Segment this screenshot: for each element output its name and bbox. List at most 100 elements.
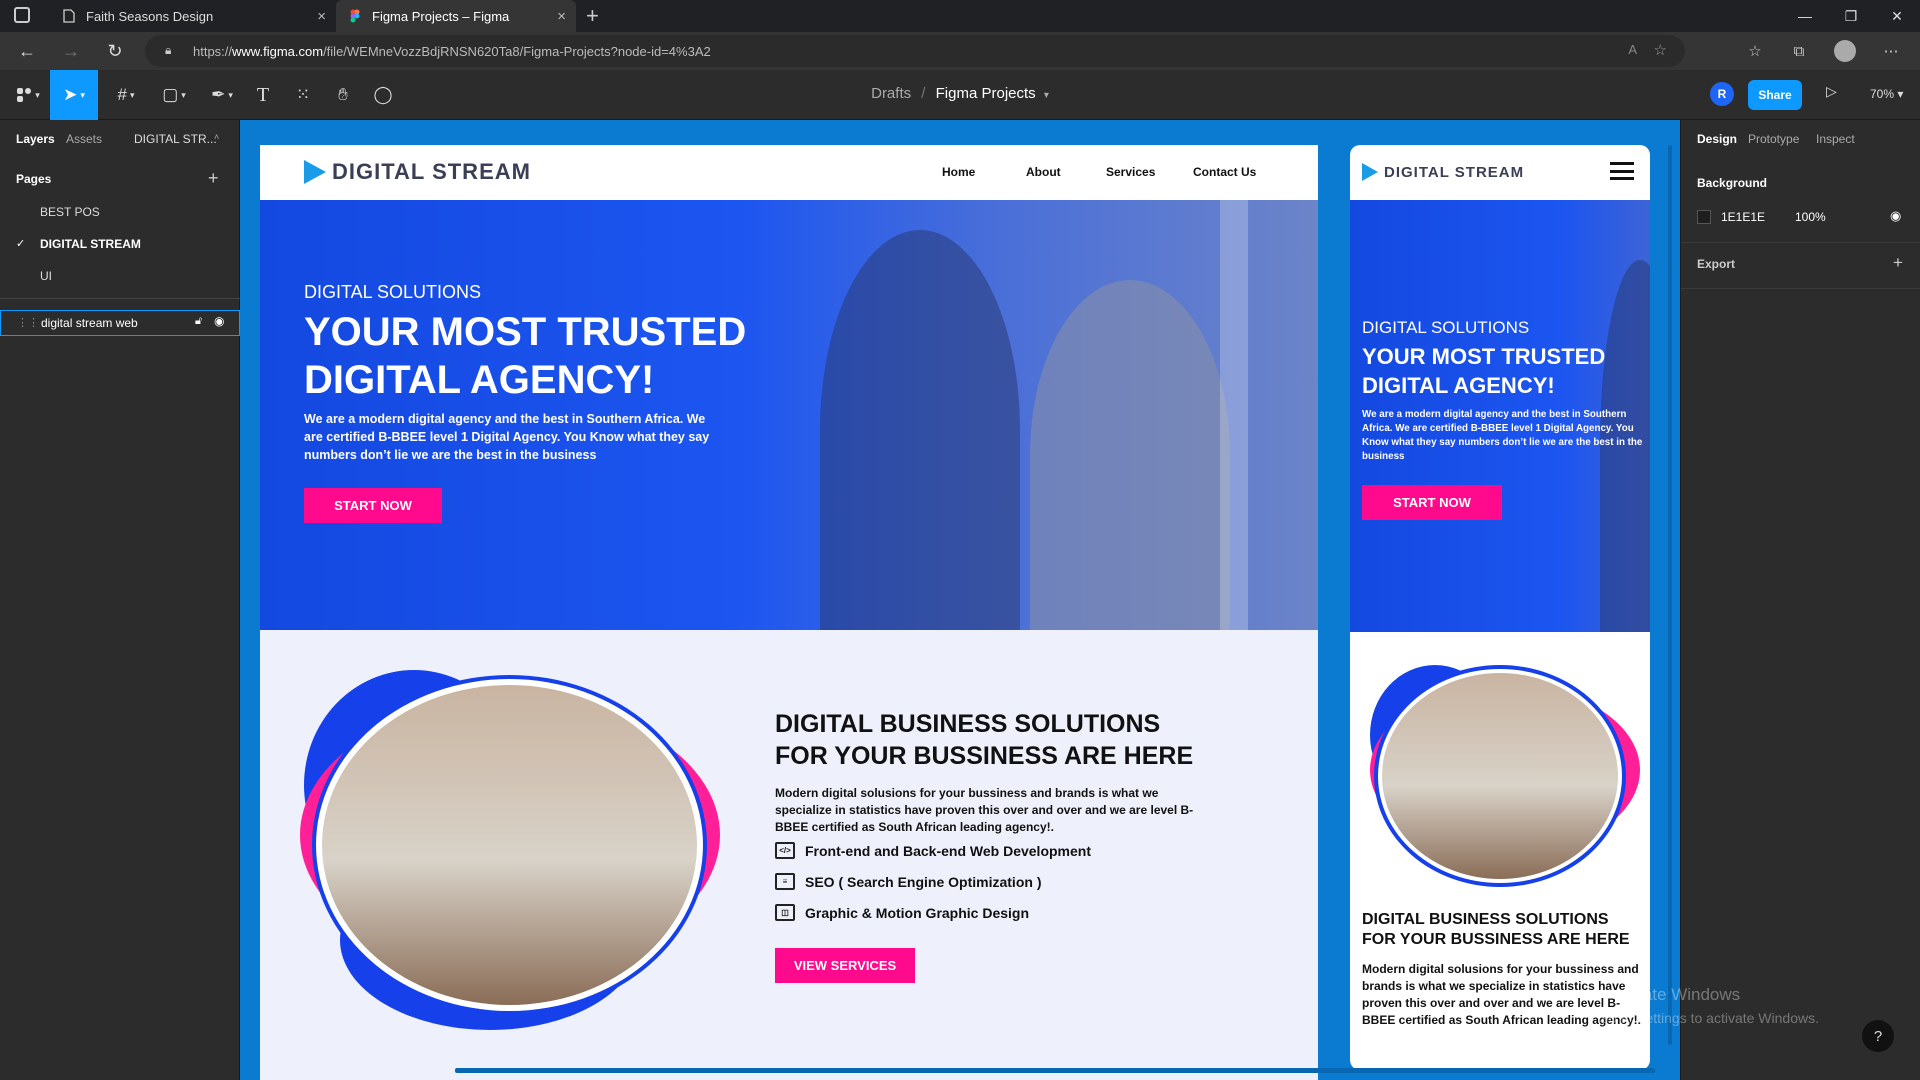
site-navbar: DIGITAL STREAM Home About Services Conta… (260, 145, 1318, 200)
service-item: </> Front-end and Back-end Web Developme… (775, 842, 1091, 859)
close-tab-icon[interactable]: × (317, 8, 326, 25)
service-label: Graphic & Motion Graphic Design (805, 904, 1030, 921)
logo-text: DIGITAL STREAM (1384, 163, 1525, 181)
hero-body: We are a modern digital agency and the b… (304, 412, 710, 462)
breadcrumb[interactable]: Drafts / Figma Projects ▾ (0, 85, 1920, 102)
window-frame-image (1220, 200, 1248, 630)
team-high-five-image (1382, 673, 1618, 879)
new-tab-button[interactable]: + (586, 3, 599, 29)
close-tab-icon[interactable]: × (557, 8, 566, 25)
url-field[interactable]: 🔒︎ https://www.figma.com/file/WEMneVozzB… (145, 35, 1685, 67)
properties-panel: Design Prototype Inspect Background 1E1E… (1680, 120, 1920, 1080)
collections-icon[interactable]: ⧉ (1784, 36, 1814, 66)
file-name[interactable]: Figma Projects (936, 85, 1036, 102)
tab-figma-projects[interactable]: Figma Projects – Figma × (336, 0, 576, 32)
mobile-hero-title-line1: YOUR MOST TRUSTED (1362, 344, 1606, 369)
favorites-icon[interactable]: ☆ (1740, 36, 1770, 66)
browser-tab-bar: Faith Seasons Design × Figma Projects – … (0, 0, 1920, 32)
present-play-icon[interactable]: ▷ (1826, 83, 1837, 100)
eye-icon[interactable]: ◉ (214, 314, 224, 328)
mobile-frame[interactable]: DIGITAL STREAM DIGITAL SOLUTIONS YOUR MO… (1350, 145, 1650, 1070)
read-aloud-icon[interactable]: A (1628, 42, 1637, 57)
hero-section: DIGITAL SOLUTIONS YOUR MOST TRUSTED DIGI… (260, 200, 1318, 630)
mobile-start-now-button[interactable]: START NOW (1362, 485, 1502, 520)
team-high-five-image (322, 685, 697, 1005)
figma-canvas[interactable]: DIGITAL STREAM Home About Services Conta… (240, 120, 1680, 1080)
page-ui[interactable]: UI (40, 269, 52, 283)
mobile-hero-title-line2: DIGITAL AGENCY! (1362, 373, 1555, 398)
page-selector[interactable]: DIGITAL STR... (134, 132, 217, 146)
site-logo[interactable]: DIGITAL STREAM (304, 159, 531, 185)
start-now-button[interactable]: START NOW (304, 488, 442, 523)
avatar[interactable]: R (1710, 82, 1734, 106)
figma-logo-icon (348, 9, 362, 23)
share-button[interactable]: Share (1748, 80, 1802, 110)
breadcrumb-drafts[interactable]: Drafts (871, 85, 911, 102)
logo-text: DIGITAL STREAM (332, 159, 531, 184)
hero-person-woman-image (1030, 280, 1230, 630)
breadcrumb-separator: / (921, 85, 926, 102)
tab-design[interactable]: Design (1697, 132, 1737, 146)
section-title-line2: FOR YOUR BUSSINESS ARE HERE (775, 742, 1194, 770)
tab-faith-seasons[interactable]: Faith Seasons Design × (50, 0, 336, 32)
tab-inspect[interactable]: Inspect (1816, 132, 1855, 146)
page-icon (62, 9, 76, 23)
logo-mark-icon (304, 160, 326, 184)
service-item: ◫ Graphic & Motion Graphic Design (775, 904, 1029, 921)
mobile-logo[interactable]: DIGITAL STREAM (1362, 163, 1524, 181)
url-domain: www.figma.com (232, 43, 324, 59)
vertical-scrollbar[interactable] (1668, 145, 1672, 1045)
frame-background: DIGITAL STREAM Home About Services Conta… (240, 120, 1680, 1080)
eye-icon[interactable]: ◉ (1890, 208, 1901, 224)
tab-layers[interactable]: Layers (16, 132, 55, 146)
zoom-dropdown[interactable]: 70% ▾ (1870, 87, 1903, 101)
color-swatch[interactable] (1697, 210, 1711, 224)
page-digital-stream[interactable]: DIGITAL STREAM (40, 237, 141, 251)
background-heading: Background (1697, 176, 1768, 190)
tab-prototype[interactable]: Prototype (1748, 132, 1799, 146)
horizontal-scrollbar[interactable] (455, 1068, 1655, 1073)
chevron-down-icon[interactable]: ▾ (1044, 90, 1049, 101)
mobile-hero-body: We are a modern digital agency and the b… (1362, 409, 1643, 462)
add-page-icon[interactable]: + (208, 168, 219, 189)
divider (1681, 288, 1920, 289)
hero-title-line1: YOUR MOST TRUSTED (304, 310, 747, 354)
add-export-icon[interactable]: + (1893, 253, 1903, 273)
hamburger-menu-icon[interactable] (1610, 162, 1634, 180)
minimize-button[interactable]: — (1782, 0, 1828, 32)
view-services-button[interactable]: VIEW SERVICES (775, 948, 915, 983)
seo-icon: ≡ (775, 873, 795, 890)
reload-icon[interactable]: ↻ (100, 36, 130, 66)
nav-services[interactable]: Services (1106, 165, 1155, 179)
background-hex-input[interactable]: 1E1E1E (1721, 210, 1765, 224)
page-best-pos[interactable]: BEST POS (40, 205, 100, 219)
tab-assets[interactable]: Assets (66, 132, 102, 146)
divider (1681, 242, 1920, 243)
service-label: Front-end and Back-end Web Development (805, 842, 1091, 859)
unlock-icon[interactable]: 🔓︎ (195, 315, 202, 328)
nav-about[interactable]: About (1026, 165, 1061, 179)
more-options-icon[interactable]: ⋯ (1876, 36, 1906, 66)
section-title-line1: DIGITAL BUSINESS SOLUTIONS (775, 710, 1161, 738)
mobile-team-photo-ring (1374, 665, 1626, 887)
background-opacity-input[interactable]: 100% (1795, 210, 1826, 224)
back-icon[interactable]: ← (12, 36, 42, 66)
tab-actions-icon[interactable] (14, 7, 30, 23)
close-window-button[interactable]: ✕ (1874, 0, 1920, 32)
pages-heading: Pages (16, 172, 52, 186)
design-icon: ◫ (775, 904, 795, 921)
favorite-icon[interactable]: ☆ (1654, 41, 1667, 59)
help-button[interactable]: ? (1862, 1020, 1894, 1052)
service-item: ≡ SEO ( Search Engine Optimization ) (775, 873, 1041, 890)
zoom-level: 70% (1870, 87, 1895, 101)
layer-row[interactable]: ⋮⋮ digital stream web 🔓︎ ◉ (0, 310, 240, 336)
nav-home[interactable]: Home (942, 165, 975, 179)
section-body: Modern digital solusions for your bussin… (775, 786, 1194, 834)
nav-contact-us[interactable]: Contact Us (1193, 165, 1256, 179)
desktop-frame[interactable]: DIGITAL STREAM Home About Services Conta… (260, 145, 1318, 1080)
activate-windows-subtitle: Go to Settings to activate Windows. (1598, 1010, 1819, 1026)
restore-button[interactable]: ❐ (1828, 0, 1874, 32)
forward-icon[interactable]: → (56, 36, 86, 66)
chevron-up-icon[interactable]: ˄ (214, 132, 219, 142)
profile-icon[interactable] (1830, 36, 1860, 66)
